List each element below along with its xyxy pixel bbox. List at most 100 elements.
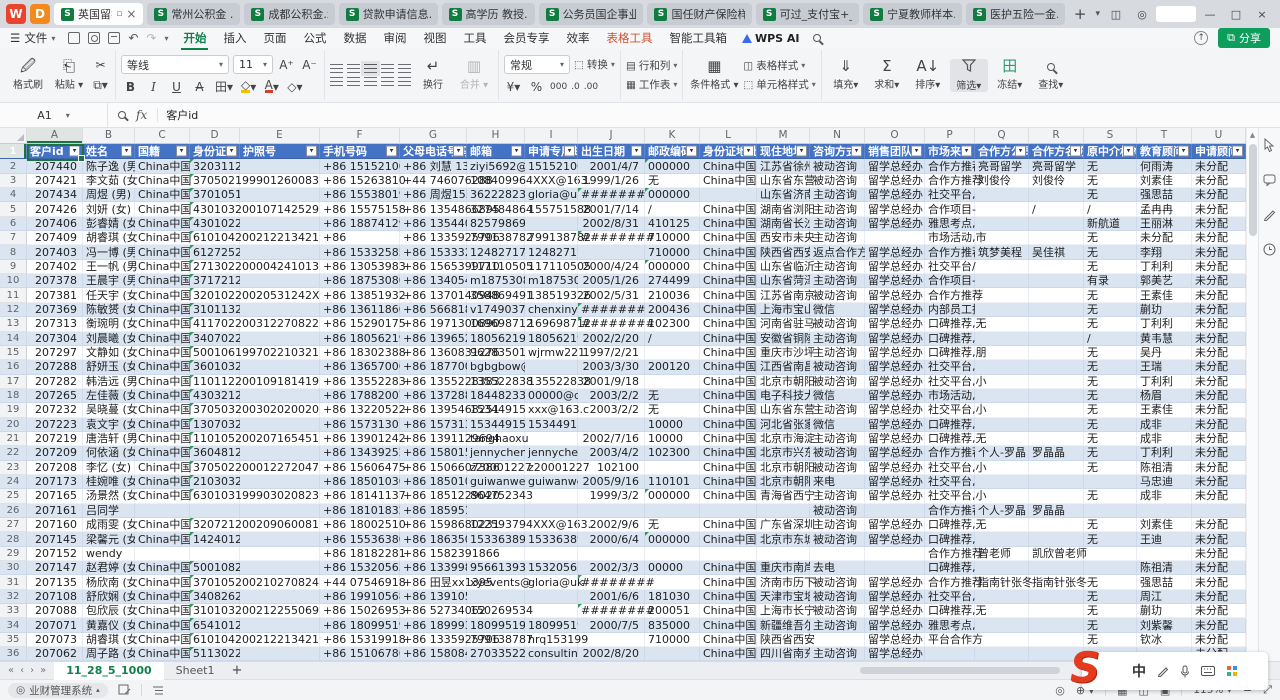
cell-L5[interactable]: China中国 xyxy=(700,202,757,216)
cell-N13[interactable]: 被动咨询 xyxy=(810,317,865,331)
cell-K8[interactable]: 710000 xyxy=(645,245,700,259)
cell-T12[interactable]: 蒯玏 xyxy=(1137,303,1192,317)
cell-G35[interactable]: +86 1335925706 xyxy=(400,633,467,647)
cell-G15[interactable]: +86 1360831276 xyxy=(400,346,467,360)
cell-Q2[interactable]: 亮哥留学 xyxy=(975,159,1029,173)
cell-K4[interactable]: 000000 xyxy=(645,188,700,202)
apps-grid-icon[interactable] xyxy=(1226,665,1238,677)
cell-B2[interactable]: 陈子逸 (男 xyxy=(83,159,135,173)
cell-O17[interactable]: 留学总经办 xyxy=(865,375,925,389)
cell-A2[interactable]: 207440 xyxy=(27,159,83,173)
font-name-select[interactable]: 等线▾ xyxy=(121,55,229,74)
row-header-4[interactable]: 4 xyxy=(0,188,27,202)
cell-R4[interactable] xyxy=(1029,188,1084,202)
cell-M18[interactable]: 电子科技大 xyxy=(757,389,810,403)
cell-E14[interactable] xyxy=(240,332,320,346)
col-header-U[interactable]: U xyxy=(1192,128,1246,144)
cell-M35[interactable]: 陕西省西安 xyxy=(757,633,810,647)
share-button[interactable]: ⧉ 分享 xyxy=(1218,28,1270,48)
cell-A5[interactable]: 207426 xyxy=(27,202,83,216)
cell-Q24[interactable] xyxy=(975,475,1029,489)
cell-J24[interactable]: 2005/9/16 xyxy=(578,475,645,489)
row-header-18[interactable]: 18 xyxy=(0,389,27,403)
cell-K7[interactable]: 710000 xyxy=(645,231,700,245)
align-middle-icon[interactable] xyxy=(347,64,360,73)
cell-T28[interactable]: 王迪 xyxy=(1137,532,1192,546)
cell-U22[interactable]: 未分配 xyxy=(1192,446,1246,460)
cell-G10[interactable]: +86 1340540988 xyxy=(400,274,467,288)
row-header-14[interactable]: 14 xyxy=(0,332,27,346)
cell-C19[interactable]: China中国 xyxy=(135,403,190,417)
cell-L32[interactable]: China中国 xyxy=(700,590,757,604)
cell-O6[interactable]: 留学总经办 xyxy=(865,217,925,231)
cell-P29[interactable]: 合作方推荐 xyxy=(925,547,975,561)
cell-T33[interactable]: 蒯玏 xyxy=(1137,604,1192,618)
cell-F28[interactable]: +86 15536380 xyxy=(320,532,400,546)
cell-D35[interactable]: 610104200212213421 xyxy=(190,633,240,647)
cell-P23[interactable]: 社交平台,小 xyxy=(925,461,975,475)
row-header-6[interactable]: 6 xyxy=(0,217,27,231)
cell-I8[interactable]: 124827175 xyxy=(525,245,578,259)
cell-D22[interactable]: 360481200304020026 xyxy=(190,446,240,460)
cell-B7[interactable]: 胡睿琪 (女 xyxy=(83,231,135,245)
menu-item-表格工具[interactable]: 表格工具 xyxy=(604,29,654,47)
row-header-10[interactable]: 10 xyxy=(0,274,27,288)
cell-M15[interactable]: 重庆市沙坪 xyxy=(757,346,810,360)
cell-P13[interactable]: 口碑推荐,无 xyxy=(925,317,975,331)
header-cell-T1[interactable]: 教育顾问▾ xyxy=(1137,144,1192,159)
cell-N36[interactable]: 主动咨询 xyxy=(810,647,865,661)
cell-F10[interactable]: +86 18753080 xyxy=(320,274,400,288)
cell-S27[interactable]: 无 xyxy=(1084,518,1137,532)
rows-cols-button[interactable]: ▤ 行和列 ▾ xyxy=(626,58,677,73)
cell-S29[interactable] xyxy=(1084,547,1137,561)
row-header-20[interactable]: 20 xyxy=(0,418,27,432)
cell-T11[interactable]: 王素佳 xyxy=(1137,288,1192,302)
cell-B31[interactable]: 杨欣南 (女 xyxy=(83,575,135,589)
row-header-25[interactable]: 25 xyxy=(0,489,27,503)
cell-N10[interactable]: 主动咨询 xyxy=(810,274,865,288)
filter-dropdown-icon[interactable]: ▾ xyxy=(851,146,862,157)
cell-T7[interactable]: 未分配 xyxy=(1137,231,1192,245)
cell-K27[interactable]: 无 xyxy=(645,518,700,532)
cell-F35[interactable]: +86 15319918 xyxy=(320,633,400,647)
cell-J10[interactable]: 2005/1/26 xyxy=(578,274,645,288)
cell-M29[interactable] xyxy=(757,547,810,561)
cell-R30[interactable] xyxy=(1029,561,1084,575)
cell-O29[interactable] xyxy=(865,547,925,561)
save-icon[interactable] xyxy=(68,32,80,44)
menu-item-开始[interactable]: 开始 xyxy=(181,29,208,47)
cell-S4[interactable]: 无 xyxy=(1084,188,1137,202)
fx-icon[interactable]: fx xyxy=(136,108,147,122)
cell-B24[interactable]: 桂婉唯 (女 xyxy=(83,475,135,489)
cell-C33[interactable]: China中国 xyxy=(135,604,190,618)
cell-N11[interactable]: 被动咨询 xyxy=(810,288,865,302)
cell-E5[interactable] xyxy=(240,202,320,216)
cell-A32[interactable]: 207108 xyxy=(27,590,83,604)
filter-dropdown-icon[interactable]: ▾ xyxy=(1015,146,1026,157)
cell-S15[interactable]: 无 xyxy=(1084,346,1137,360)
cell-O16[interactable]: 留学总经办 xyxy=(865,360,925,374)
cell-J20[interactable] xyxy=(578,418,645,432)
document-tab[interactable]: S公务员国企事业单位 xyxy=(539,3,644,25)
document-tab[interactable]: S常州公积金 .xlsx xyxy=(147,3,240,25)
cell-J15[interactable]: 1997/2/21 xyxy=(578,346,645,360)
cell-N27[interactable]: 主动咨询 xyxy=(810,518,865,532)
cell-R33[interactable] xyxy=(1029,604,1084,618)
cell-O34[interactable]: 留学总经办 xyxy=(865,618,925,632)
cell-B3[interactable]: 李文茹 (女 xyxy=(83,174,135,188)
cell-N17[interactable]: 被动咨询 xyxy=(810,375,865,389)
ime-pen-icon[interactable] xyxy=(1157,665,1169,677)
cell-N20[interactable]: 微信 xyxy=(810,418,865,432)
cell-Q36[interactable] xyxy=(975,647,1029,661)
cell-F19[interactable]: +86 13220522 xyxy=(320,403,400,417)
bold-button[interactable]: B xyxy=(121,78,140,95)
cell-J27[interactable]: 2002/9/6 xyxy=(578,518,645,532)
cell-P7[interactable]: 市场活动,市 xyxy=(925,231,975,245)
col-header-R[interactable]: R xyxy=(1029,128,1084,144)
cell-A12[interactable]: 207369 xyxy=(27,303,83,317)
cell-C32[interactable]: China中国 xyxy=(135,590,190,604)
clear-format-icon[interactable]: ◇▾ xyxy=(285,78,304,95)
cell-P31[interactable]: 合作方推荐 xyxy=(925,575,975,589)
cell-F2[interactable]: +86 15152100 xyxy=(320,159,400,173)
cell-G31[interactable]: +86 田昱xx1395 xyxy=(400,575,467,589)
